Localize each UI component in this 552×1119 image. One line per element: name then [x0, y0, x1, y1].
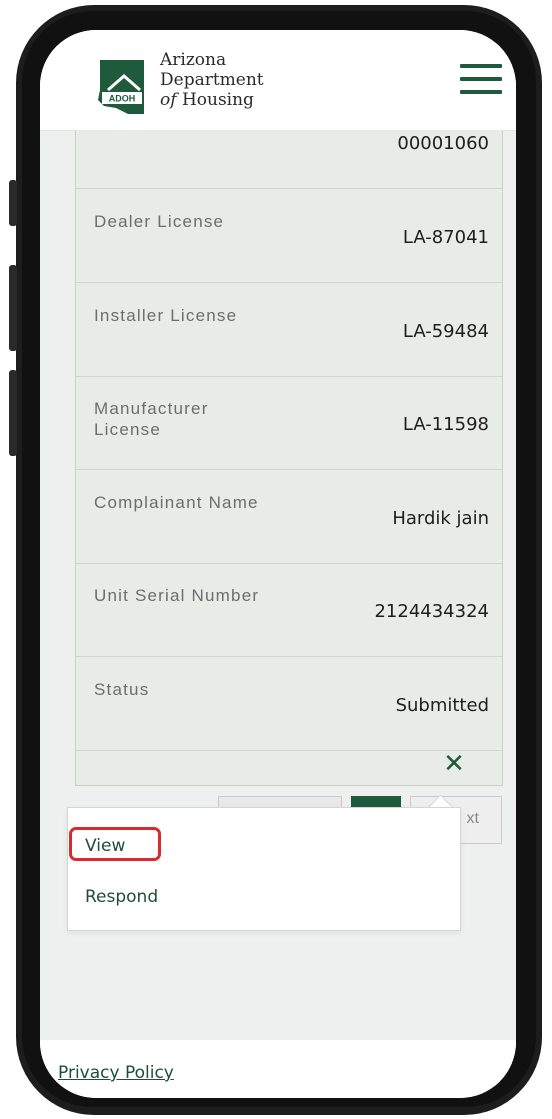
row-value: LA-11598 [402, 414, 489, 435]
privacy-policy-link[interactable]: Privacy Policy [58, 1063, 174, 1083]
row-label: Dealer License [94, 212, 225, 231]
logo-line-3: of Housing [160, 90, 264, 110]
phone-side-button [9, 180, 17, 226]
table-row: Manufacturer License LA-11598 [76, 376, 502, 470]
menu-item-respond[interactable]: Respond [85, 887, 158, 907]
row-value: LA-87041 [402, 227, 489, 248]
adoh-logo[interactable]: ADOH Arizona Department of Housing [94, 48, 284, 118]
row-label: Installer License [94, 306, 238, 325]
next-button-label: xt [466, 810, 479, 827]
phone-volume-up-button [9, 265, 17, 351]
phone-volume-down-button [9, 370, 17, 456]
hamburger-bar [460, 77, 502, 81]
logo-line-2: Department [160, 70, 264, 90]
phone-screen: ADOH Arizona Department of Housing 00001… [40, 30, 516, 1098]
complaint-details-card: 00001060 Dealer License LA-87041 Install… [75, 130, 503, 786]
close-icon[interactable]: ✕ [441, 751, 467, 777]
table-row: Status Submitted [76, 657, 502, 751]
site-footer: Privacy Policy [40, 1040, 516, 1098]
row-value: Hardik jain [392, 508, 489, 529]
logo-line-3-italic: of [160, 90, 177, 110]
row-label: Manufacturer License [94, 399, 209, 439]
logo-badge-text: ADOH [109, 94, 136, 104]
arizona-house-logo-icon: ADOH [98, 60, 144, 114]
row-action-menu: View Respond [67, 807, 461, 931]
row-value: LA-59484 [402, 321, 489, 342]
table-row: Unit Serial Number 2124434324 [76, 563, 502, 657]
site-header: ADOH Arizona Department of Housing [40, 30, 516, 131]
table-row: Dealer License LA-87041 [76, 189, 502, 283]
view-highlight-box [69, 827, 161, 861]
row-value: 2124434324 [374, 601, 489, 622]
logo-line-1: Arizona [160, 50, 227, 70]
table-row: Complainant Name Hardik jain [76, 470, 502, 564]
hamburger-bar [460, 64, 502, 68]
table-row: Installer License LA-59484 [76, 283, 502, 377]
table-row-partial: 00001060 [76, 130, 502, 189]
row-label: Complainant Name [94, 493, 259, 512]
row-label: Unit Serial Number [94, 586, 260, 605]
hamburger-menu-icon[interactable] [460, 64, 502, 94]
partial-row-value: 00001060 [397, 133, 489, 154]
hamburger-bar [460, 90, 502, 94]
row-label: Status [94, 680, 150, 699]
row-value: Submitted [395, 695, 489, 716]
logo-wordmark: Arizona Department of Housing [160, 50, 264, 110]
logo-line-3-rest: Housing [181, 90, 254, 110]
